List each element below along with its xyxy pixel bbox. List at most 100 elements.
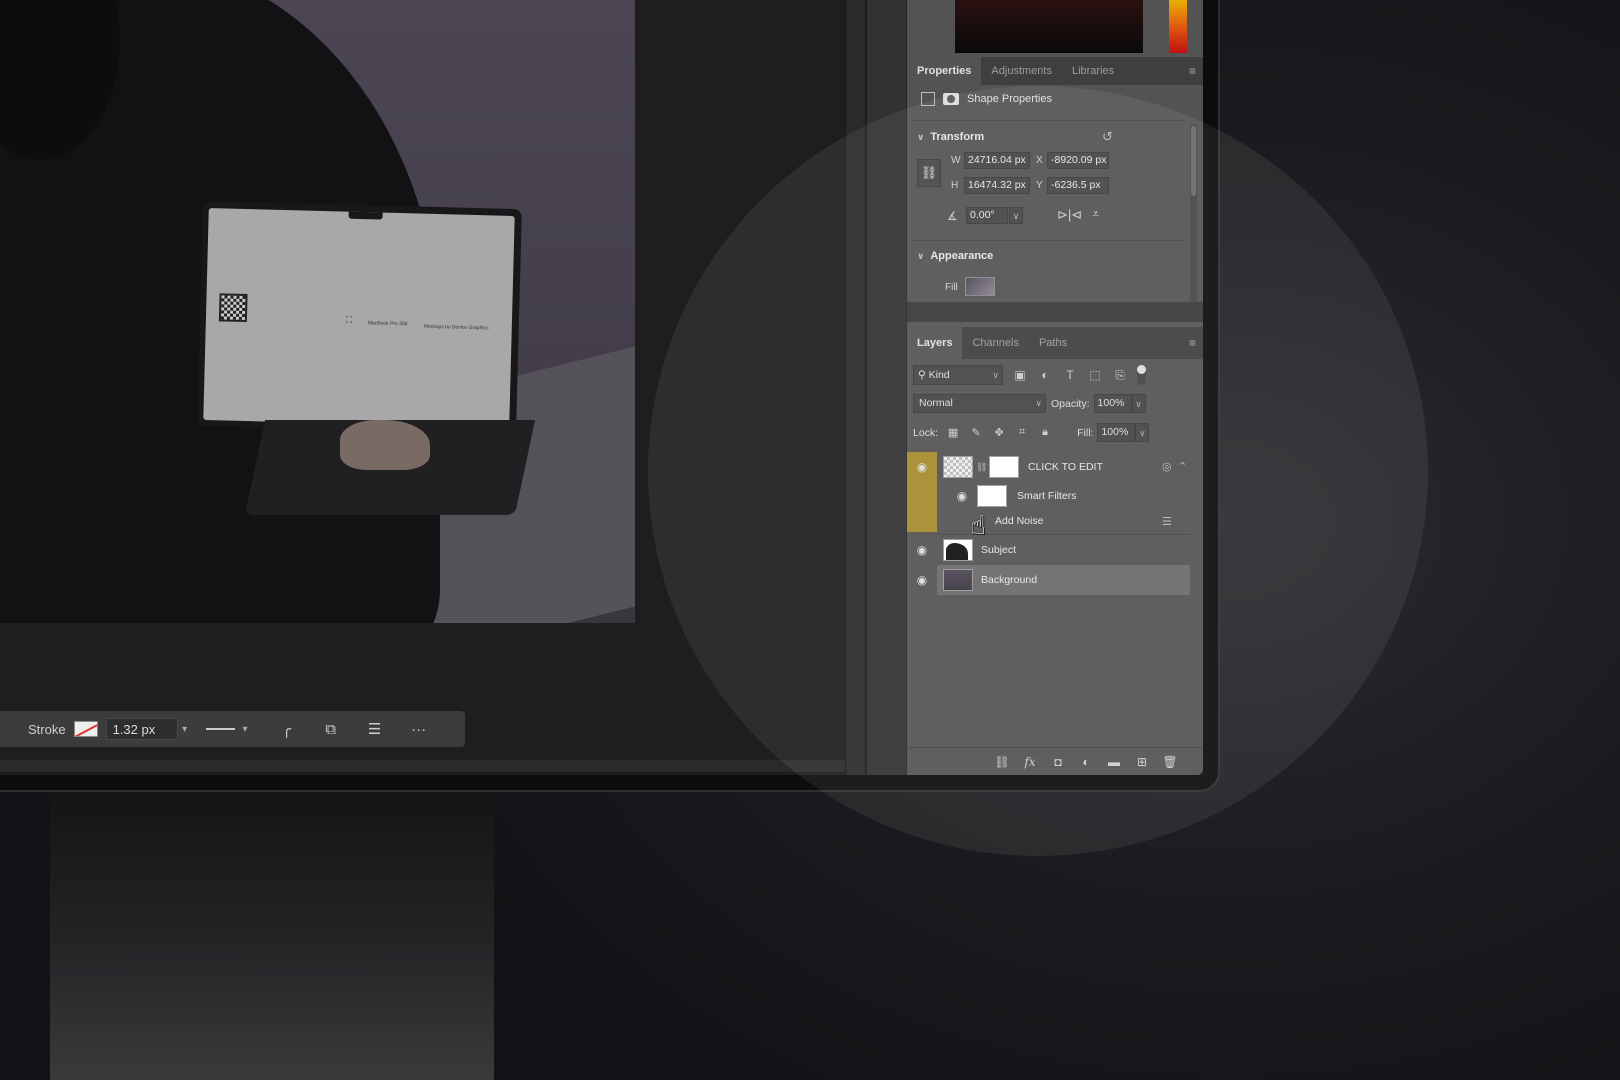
kind-label: Kind (928, 369, 950, 381)
width-field[interactable]: 24716.04 px (964, 152, 1030, 169)
eye-icon[interactable]: ◉ (951, 489, 973, 503)
adjustment-filter-icon[interactable]: ◐ (1037, 368, 1053, 382)
more-options-icon[interactable]: ··· (410, 721, 428, 738)
eye-icon[interactable]: ◉ (907, 573, 937, 587)
eye-icon[interactable]: ◉ (907, 460, 937, 474)
eye-icon[interactable]: ◉ (907, 543, 937, 557)
layer-row-add-noise[interactable]: Add Noise (907, 510, 1190, 532)
laptop-notch (348, 211, 383, 220)
tab-paths[interactable]: Paths (1029, 327, 1077, 359)
path-operations-icon[interactable]: ⧉ (322, 721, 340, 738)
layer-row-click-to-edit[interactable]: ◉ ⛓ CLICK TO EDIT (907, 452, 1190, 482)
y-field[interactable]: -6236.5 px (1047, 177, 1109, 194)
horizontal-scrollbar[interactable] (0, 760, 858, 772)
vertical-scrollbar[interactable] (845, 0, 865, 775)
stroke-style-dropdown[interactable]: ▾ (205, 723, 252, 735)
shape-icon[interactable] (921, 92, 935, 106)
layer-kind-filter[interactable]: ⚲ Kind ∨ (913, 365, 1003, 385)
layer-name: CLICK TO EDIT (1028, 461, 1103, 473)
x-field[interactable]: -8920.09 px (1047, 152, 1109, 169)
layer-row-subject[interactable]: ◉ Subject (907, 535, 1190, 565)
stroke-width-field[interactable]: 1.32 px (105, 718, 178, 740)
color-field[interactable] (955, 0, 1143, 53)
tab-adjustments[interactable]: Adjustments (981, 57, 1062, 85)
layer-name: Smart Filters (1017, 490, 1077, 502)
monitor-bezel: ⛶ MacBook Pro 306 Mockups by Device Grap… (0, 0, 1220, 792)
laptop: ⛶ MacBook Pro 306 Mockups by Device Grap… (197, 200, 522, 435)
panel-separator (907, 302, 1203, 322)
layer-name: Background (981, 574, 1038, 586)
layer-mask-thumbnail (989, 456, 1019, 478)
link-dimensions-icon[interactable]: ⛓ (917, 159, 941, 187)
chevron-down-icon: ∨ (992, 370, 999, 380)
chevron-down-icon: ▾ (242, 723, 248, 735)
properties-scrollbar-thumb[interactable] (1191, 126, 1196, 196)
mask-icon[interactable] (943, 93, 959, 105)
opacity-field[interactable]: 100% (1093, 394, 1132, 413)
shape-properties-title: Shape Properties (967, 93, 1052, 105)
add-mask-icon[interactable]: ◘ (1044, 755, 1072, 769)
reset-transform-icon[interactable]: ↺ (1102, 129, 1113, 145)
layer-row-smart-filters[interactable]: ◉ Smart Filters (907, 482, 1190, 510)
layer-filter-row: ⚲ Kind ∨ ▣ ◐ T ⬚ ⎘ (913, 365, 1146, 385)
folder-icon[interactable]: ▬ (1100, 755, 1128, 769)
chevron-down-icon[interactable]: ▾ (178, 724, 192, 735)
fx-icon[interactable]: fx (1016, 755, 1044, 769)
height-field[interactable]: 16474.32 px (964, 177, 1030, 194)
chevron-down-icon[interactable]: ∨ (1009, 207, 1023, 224)
trash-icon[interactable]: 🗑︎ (1156, 755, 1184, 769)
flip-vertical-icon[interactable]: ⩡ (1092, 206, 1099, 222)
laptop-brand-text: Mockups by Device Graphics (423, 323, 489, 332)
tab-libraries[interactable]: Libraries (1062, 57, 1124, 85)
laptop-screen: ⛶ MacBook Pro 306 Mockups by Device Grap… (203, 208, 515, 428)
flip-horizontal-icon[interactable]: ⊳|⊲ (1057, 207, 1082, 223)
collapse-icon[interactable]: ⌃ (1178, 460, 1187, 473)
canvas-image[interactable]: ⛶ MacBook Pro 306 Mockups by Device Grap… (0, 0, 635, 623)
layer-thumbnail (943, 569, 973, 591)
chevron-down-icon[interactable]: ∨ (1135, 423, 1150, 442)
lock-all-icon[interactable]: 🔒︎ (1037, 426, 1053, 439)
lock-transparency-icon[interactable]: ▦ (945, 426, 961, 439)
lock-pixels-icon[interactable]: ✎ (968, 426, 984, 439)
contextual-task-bar: Stroke 1.32 px ▾ ▾ ╭ ⧉ ☰ ··· (0, 711, 465, 747)
photoshop-window: ⛶ MacBook Pro 306 Mockups by Device Grap… (0, 0, 1203, 775)
blend-mode-value: Normal (919, 397, 953, 409)
adjustment-layer-icon[interactable]: ◐ (1072, 755, 1100, 769)
layer-name: Subject (981, 544, 1017, 556)
tab-layers[interactable]: Layers (907, 327, 963, 359)
filter-toggle[interactable] (1137, 365, 1146, 385)
shape-filter-icon[interactable]: ⬚ (1087, 368, 1103, 382)
layer-thumbnail (943, 456, 973, 478)
panel-menu-icon[interactable]: ≡ (1189, 64, 1196, 78)
hue-slider[interactable] (1169, 0, 1187, 53)
fill-opacity-field[interactable]: 100% (1097, 423, 1136, 442)
laptop-model-text: MacBook Pro 306 (367, 320, 408, 328)
angle-field[interactable]: 0.00° (966, 207, 1008, 224)
panel-menu-icon[interactable]: ≡ (1189, 336, 1196, 350)
appearance-section-header[interactable]: ∨ Appearance (917, 250, 993, 262)
chevron-down-icon[interactable]: ∨ (1131, 394, 1146, 413)
smart-object-filter-icon[interactable]: ⎘ (1112, 368, 1128, 383)
settings-sliders-icon[interactable]: ☰ (366, 720, 384, 738)
tab-channels[interactable]: Channels (962, 327, 1028, 359)
stroke-color-swatch[interactable] (73, 721, 98, 737)
link-layers-icon[interactable]: ⛓ (988, 755, 1016, 769)
lock-artboard-icon[interactable]: ⌗ (1014, 426, 1030, 439)
new-layer-icon[interactable]: ⊞ (1128, 755, 1156, 769)
image-filter-icon[interactable]: ▣ (1012, 368, 1028, 382)
fill-color-swatch[interactable] (965, 277, 995, 296)
filter-blending-options-icon[interactable]: ☰ (1162, 515, 1172, 528)
layer-row-background[interactable]: ◉ Background (907, 565, 1190, 595)
chain-link-icon[interactable]: ⛓ (976, 462, 987, 473)
tab-properties[interactable]: Properties (907, 57, 982, 85)
blend-mode-select[interactable]: Normal ∨ (913, 394, 1046, 413)
properties-tab-bar: Properties Adjustments Libraries ≡ (907, 57, 1203, 85)
type-filter-icon[interactable]: T (1062, 368, 1078, 382)
chevron-down-icon: ∨ (1035, 398, 1042, 408)
transform-section-header[interactable]: ∨ Transform (917, 131, 984, 143)
corner-radius-icon[interactable]: ╭ (278, 720, 296, 738)
shape-properties-header: Shape Properties (921, 92, 1052, 106)
lock-position-icon[interactable]: ✥ (991, 426, 1007, 439)
loading-icon: ⛶ (345, 314, 353, 325)
lock-row: Lock: ▦ ✎ ✥ ⌗ 🔒︎ Fill: 100% ∨ (913, 423, 1150, 442)
